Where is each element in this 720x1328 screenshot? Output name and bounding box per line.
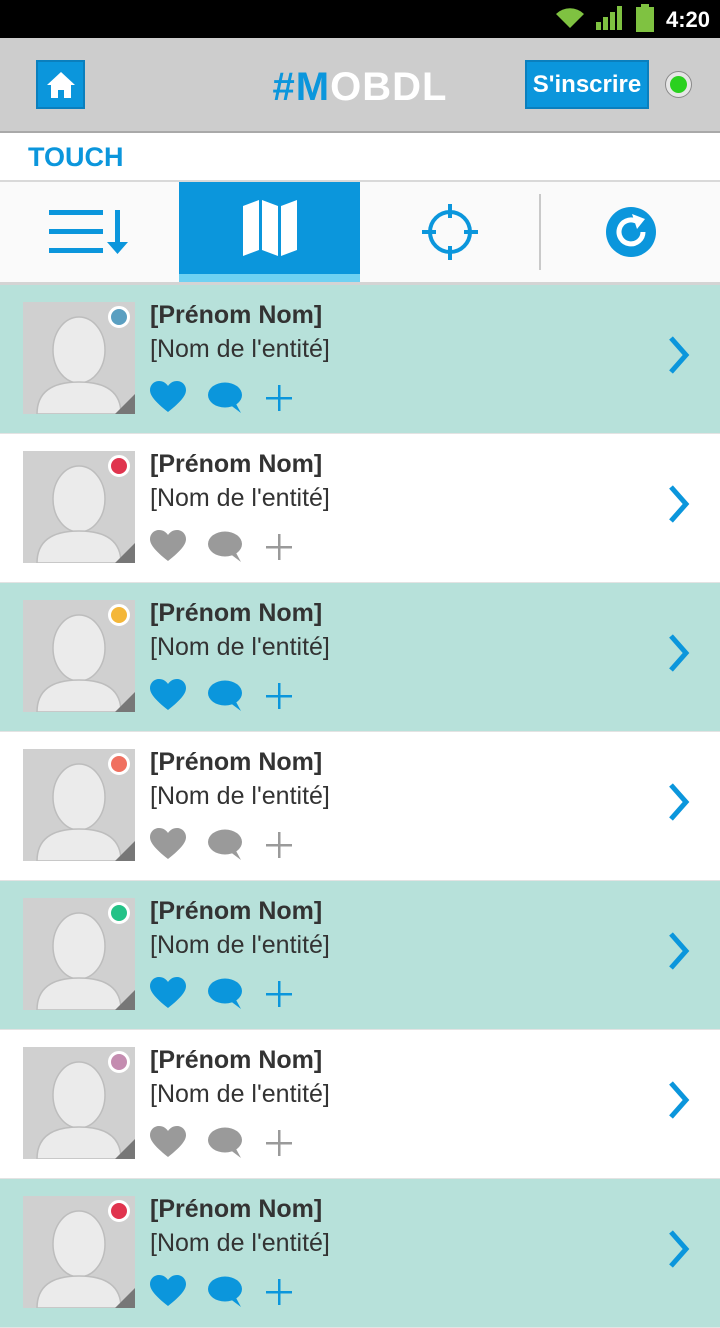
people-list: [Prénom Nom] [Nom de l'entité] [Prénom Nom… [0,285,720,1328]
person-name: [Prénom Nom] [150,1195,323,1223]
chevron-right-icon[interactable] [666,1080,692,1120]
list-item[interactable]: [Prénom Nom] [Nom de l'entité] [0,434,720,583]
avatar-corner-mark [115,1288,135,1308]
heart-icon[interactable] [150,530,186,562]
comment-icon[interactable] [207,1276,243,1308]
person-name: [Prénom Nom] [150,450,323,478]
logo-text: OBDL [330,65,448,109]
person-name: [Prénom Nom] [150,301,323,329]
entity-name: [Nom de l'entité] [150,931,330,959]
heart-icon[interactable] [150,977,186,1009]
entity-name: [Nom de l'entité] [150,782,330,810]
chevron-right-icon[interactable] [666,633,692,673]
add-icon[interactable] [265,831,293,859]
tab-sort[interactable] [0,182,179,282]
logo-accent: #M [272,65,331,109]
signal-icon [596,6,622,30]
app-header: #MOBDL S'inscrire [0,38,720,133]
heart-icon[interactable] [150,1126,186,1158]
avatar-corner-mark [115,841,135,861]
list-item[interactable]: [Prénom Nom] [Nom de l'entité] [0,732,720,881]
list-item[interactable]: [Prénom Nom] [Nom de l'entité] [0,881,720,1030]
map-icon [242,200,297,256]
comment-icon[interactable] [207,531,243,563]
presence-dot [108,1200,130,1222]
add-icon[interactable] [265,682,293,710]
battery-icon [636,4,654,32]
list-item[interactable]: [Prénom Nom] [Nom de l'entité] [0,583,720,732]
list-item[interactable]: [Prénom Nom] [Nom de l'entité] [0,1179,720,1328]
person-name: [Prénom Nom] [150,748,323,776]
add-icon[interactable] [265,1278,293,1306]
chevron-right-icon[interactable] [666,1229,692,1269]
connection-status-indicator [665,71,692,98]
heart-icon[interactable] [150,679,186,711]
presence-dot [108,306,130,328]
presence-dot [108,1051,130,1073]
comment-icon[interactable] [207,680,243,712]
person-name: [Prénom Nom] [150,599,323,627]
entity-name: [Nom de l'entité] [150,335,330,363]
chevron-right-icon[interactable] [666,335,692,375]
add-icon[interactable] [265,980,293,1008]
presence-dot [108,753,130,775]
chevron-right-icon[interactable] [666,484,692,524]
add-icon[interactable] [265,1129,293,1157]
refresh-icon [605,207,656,257]
chevron-right-icon[interactable] [666,931,692,971]
list-item[interactable]: [Prénom Nom] [Nom de l'entité] [0,1030,720,1179]
person-name: [Prénom Nom] [150,897,323,925]
tab-locate[interactable] [360,182,540,282]
entity-name: [Nom de l'entité] [150,484,330,512]
avatar-corner-mark [115,394,135,414]
presence-dot [108,604,130,626]
avatar-corner-mark [115,990,135,1010]
presence-dot [108,455,130,477]
comment-icon[interactable] [207,382,243,414]
comment-icon[interactable] [207,1127,243,1159]
presence-dot [108,902,130,924]
entity-name: [Nom de l'entité] [150,1080,330,1108]
sort-list-icon [48,210,128,254]
avatar-corner-mark [115,543,135,563]
tab-refresh[interactable] [541,182,720,282]
heart-icon[interactable] [150,828,186,860]
person-name: [Prénom Nom] [150,1046,323,1074]
chevron-right-icon[interactable] [666,782,692,822]
entity-name: [Nom de l'entité] [150,1229,330,1257]
heart-icon[interactable] [150,381,186,413]
signup-button[interactable]: S'inscrire [525,60,649,109]
status-bar: 4:20 [0,0,720,38]
avatar-corner-mark [115,1139,135,1159]
tab-map[interactable] [179,182,360,282]
section-header: TOUCH [0,133,720,182]
clock: 4:20 [665,7,710,32]
entity-name: [Nom de l'entité] [150,633,330,661]
status-dot-inner [670,76,687,93]
add-icon[interactable] [265,533,293,561]
section-title: TOUCH [28,142,124,172]
comment-icon[interactable] [207,978,243,1010]
tab-bar [0,182,720,285]
crosshair-icon [422,204,478,260]
comment-icon[interactable] [207,829,243,861]
list-item[interactable]: [Prénom Nom] [Nom de l'entité] [0,285,720,434]
avatar-corner-mark [115,692,135,712]
add-icon[interactable] [265,384,293,412]
wifi-icon [556,8,584,28]
